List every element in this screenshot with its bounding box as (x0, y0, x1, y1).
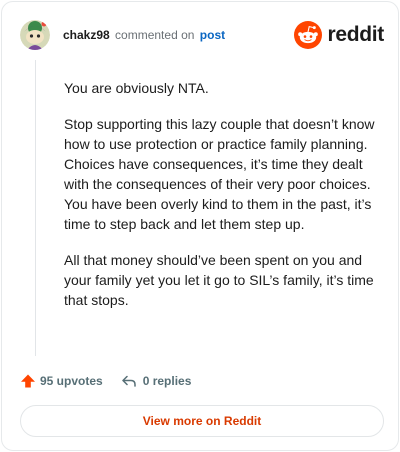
user-avatar[interactable] (20, 20, 50, 50)
reddit-wordmark: reddit (327, 23, 384, 46)
comment-footer: 95 upvotes 0 replies (20, 371, 384, 391)
comment-embed-card: chakz98 commented on post reddit You are… (1, 1, 399, 451)
upvote-arrow-icon (21, 374, 35, 388)
comment-paragraph: Stop supporting this lazy couple that do… (64, 116, 375, 232)
reddit-logo[interactable]: reddit (294, 20, 384, 50)
username-link[interactable]: chakz98 (63, 28, 110, 42)
upvote-count: 95 upvotes (40, 374, 103, 388)
thread-line (35, 60, 36, 356)
comment-paragraph: All that money should’ve been spent on y… (64, 252, 374, 308)
post-link[interactable]: post (200, 28, 225, 42)
reply-arrow-icon (121, 375, 136, 387)
replies-button[interactable]: 0 replies (121, 373, 192, 389)
byline-action: commented on (115, 28, 195, 42)
comment-header: chakz98 commented on post reddit (20, 20, 384, 50)
comment-paragraph: You are obviously NTA. (64, 80, 209, 96)
comment-body: You are obviously NTA. Stop supporting t… (64, 78, 382, 326)
reddit-snoo-icon (294, 21, 323, 49)
reply-count: 0 replies (142, 374, 192, 388)
snoo-avatar-icon (20, 20, 50, 50)
comment-byline: chakz98 commented on post (63, 28, 225, 42)
view-more-button[interactable]: View more on Reddit (20, 405, 384, 437)
upvote-button[interactable]: 95 upvotes (20, 373, 103, 389)
